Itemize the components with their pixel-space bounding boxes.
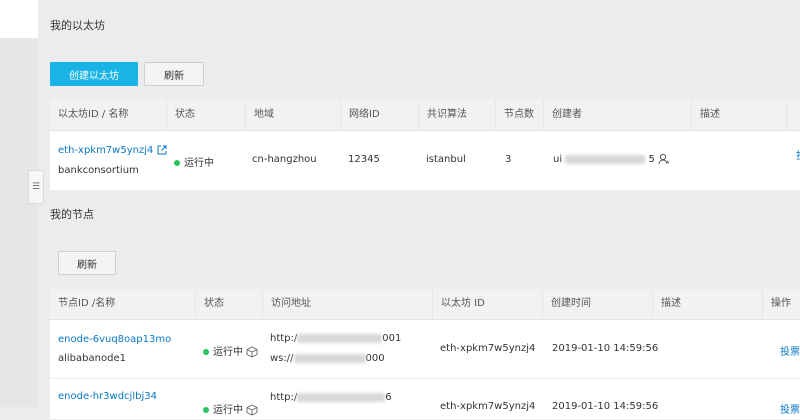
node-id-link[interactable]: enode-hr3wdcjlbj34 bbox=[58, 391, 157, 402]
main-content: 我的以太坊 创建以太坊 刷新 以太坊ID / 名称 状态 地域 网络ID 共识算… bbox=[40, 0, 800, 420]
redacted-block bbox=[565, 154, 646, 164]
region: cn-hangzhou bbox=[252, 154, 317, 165]
col-node-count: 节点数 bbox=[495, 100, 543, 130]
node-count: 3 bbox=[505, 154, 512, 165]
col-node-actions: 操作 bbox=[762, 289, 800, 319]
refresh-ethereum-button[interactable]: 刷新 bbox=[144, 62, 204, 86]
status-badge: 运行中 bbox=[174, 154, 214, 169]
col-address: 访问地址 bbox=[262, 289, 432, 319]
col-network-id: 网络ID bbox=[340, 100, 418, 130]
vote-link[interactable]: 投票 bbox=[780, 343, 800, 358]
ethereum-name: bankconsortium bbox=[58, 165, 139, 176]
status-text: 运行中 bbox=[184, 158, 214, 169]
table-row: eth-xpkm7w5ynzj4 bankconsortium 运行中 cn-h… bbox=[50, 131, 800, 191]
http-address: http:/ 6 bbox=[270, 392, 392, 403]
col-region: 地域 bbox=[245, 100, 340, 130]
ws-address: ws:// 000 bbox=[270, 353, 385, 364]
col-node-status: 状态 bbox=[195, 289, 262, 319]
running-dot-icon bbox=[174, 160, 180, 166]
ethereum-id-text[interactable]: eth-xpkm7w5ynzj4 bbox=[58, 145, 153, 156]
vote-link[interactable]: 投票 bbox=[780, 401, 800, 416]
running-dot-icon bbox=[203, 407, 209, 413]
col-node-id: 节点ID /名称 bbox=[58, 298, 116, 309]
http-prefix: http:/ bbox=[270, 392, 298, 403]
node-created-time: 2019-01-10 14:59:56 bbox=[552, 343, 659, 354]
col-description: 描述 bbox=[691, 100, 786, 130]
status-badge: 运行中 bbox=[203, 401, 258, 416]
refresh-node-button[interactable]: 刷新 bbox=[58, 251, 116, 275]
col-node-description: 描述 bbox=[652, 289, 762, 319]
http-suffix: 001 bbox=[382, 333, 402, 344]
node-ethereum-id: eth-xpkm7w5ynzj4 bbox=[440, 343, 536, 354]
status-badge: 运行中 bbox=[203, 343, 258, 358]
creator-prefix: ui bbox=[553, 154, 563, 165]
http-prefix: http:/ bbox=[270, 333, 298, 344]
cube-icon[interactable] bbox=[246, 404, 258, 416]
ethereum-table: 以太坊ID / 名称 状态 地域 网络ID 共识算法 节点数 创建者 描述 et… bbox=[50, 100, 800, 191]
external-link-icon[interactable] bbox=[157, 145, 167, 155]
create-ethereum-button[interactable]: 创建以太坊 bbox=[50, 62, 138, 86]
table-row: enode-hr3wdcjlbj34 运行中 http:/6 eth-xpkm7… bbox=[50, 379, 800, 420]
user-icon[interactable] bbox=[658, 153, 670, 165]
col-consensus: 共识算法 bbox=[418, 100, 495, 130]
cube-icon[interactable] bbox=[246, 346, 258, 358]
redacted-block bbox=[293, 353, 366, 363]
menu-icon: ☰ bbox=[31, 182, 41, 192]
table-row: enode-6vuq8oap13mo alibabanode1 运行中 http… bbox=[50, 320, 800, 379]
ethereum-section-title: 我的以太坊 bbox=[50, 19, 105, 32]
http-suffix: 6 bbox=[385, 392, 392, 403]
ws-suffix: 000 bbox=[365, 353, 385, 364]
ethereum-id-link[interactable]: eth-xpkm7w5ynzj4 bbox=[58, 145, 167, 156]
http-address: http:/ 001 bbox=[270, 333, 401, 344]
col-ethereum-id: 以太坊ID / 名称 bbox=[58, 109, 129, 120]
sidebar-top-block bbox=[0, 0, 38, 38]
col-node-ethereum-id: 以太坊 ID bbox=[432, 289, 542, 319]
col-status: 状态 bbox=[166, 100, 245, 130]
running-dot-icon bbox=[203, 349, 209, 355]
creator: ui 5 bbox=[553, 153, 670, 165]
network-id: 12345 bbox=[348, 154, 380, 165]
node-section-title: 我的节点 bbox=[50, 208, 94, 221]
consensus: istanbul bbox=[426, 154, 466, 165]
action-link[interactable]: 投 bbox=[796, 147, 800, 162]
redacted-block bbox=[297, 333, 383, 343]
col-created: 创建时间 bbox=[542, 289, 652, 319]
ethereum-table-header: 以太坊ID / 名称 状态 地域 网络ID 共识算法 节点数 创建者 描述 bbox=[50, 100, 800, 131]
col-creator: 创建者 bbox=[543, 100, 691, 130]
node-table: 节点ID /名称 状态 访问地址 以太坊 ID 创建时间 描述 操作 enode… bbox=[50, 289, 800, 420]
status-text: 运行中 bbox=[213, 347, 243, 358]
redacted-block bbox=[297, 392, 386, 402]
col-actions bbox=[786, 100, 800, 130]
node-table-header: 节点ID /名称 状态 访问地址 以太坊 ID 创建时间 描述 操作 bbox=[50, 289, 800, 320]
ws-prefix: ws:// bbox=[270, 353, 294, 364]
node-name: alibabanode1 bbox=[58, 353, 126, 364]
creator-suffix: 5 bbox=[648, 154, 655, 165]
node-id-link[interactable]: enode-6vuq8oap13mo bbox=[58, 334, 171, 345]
